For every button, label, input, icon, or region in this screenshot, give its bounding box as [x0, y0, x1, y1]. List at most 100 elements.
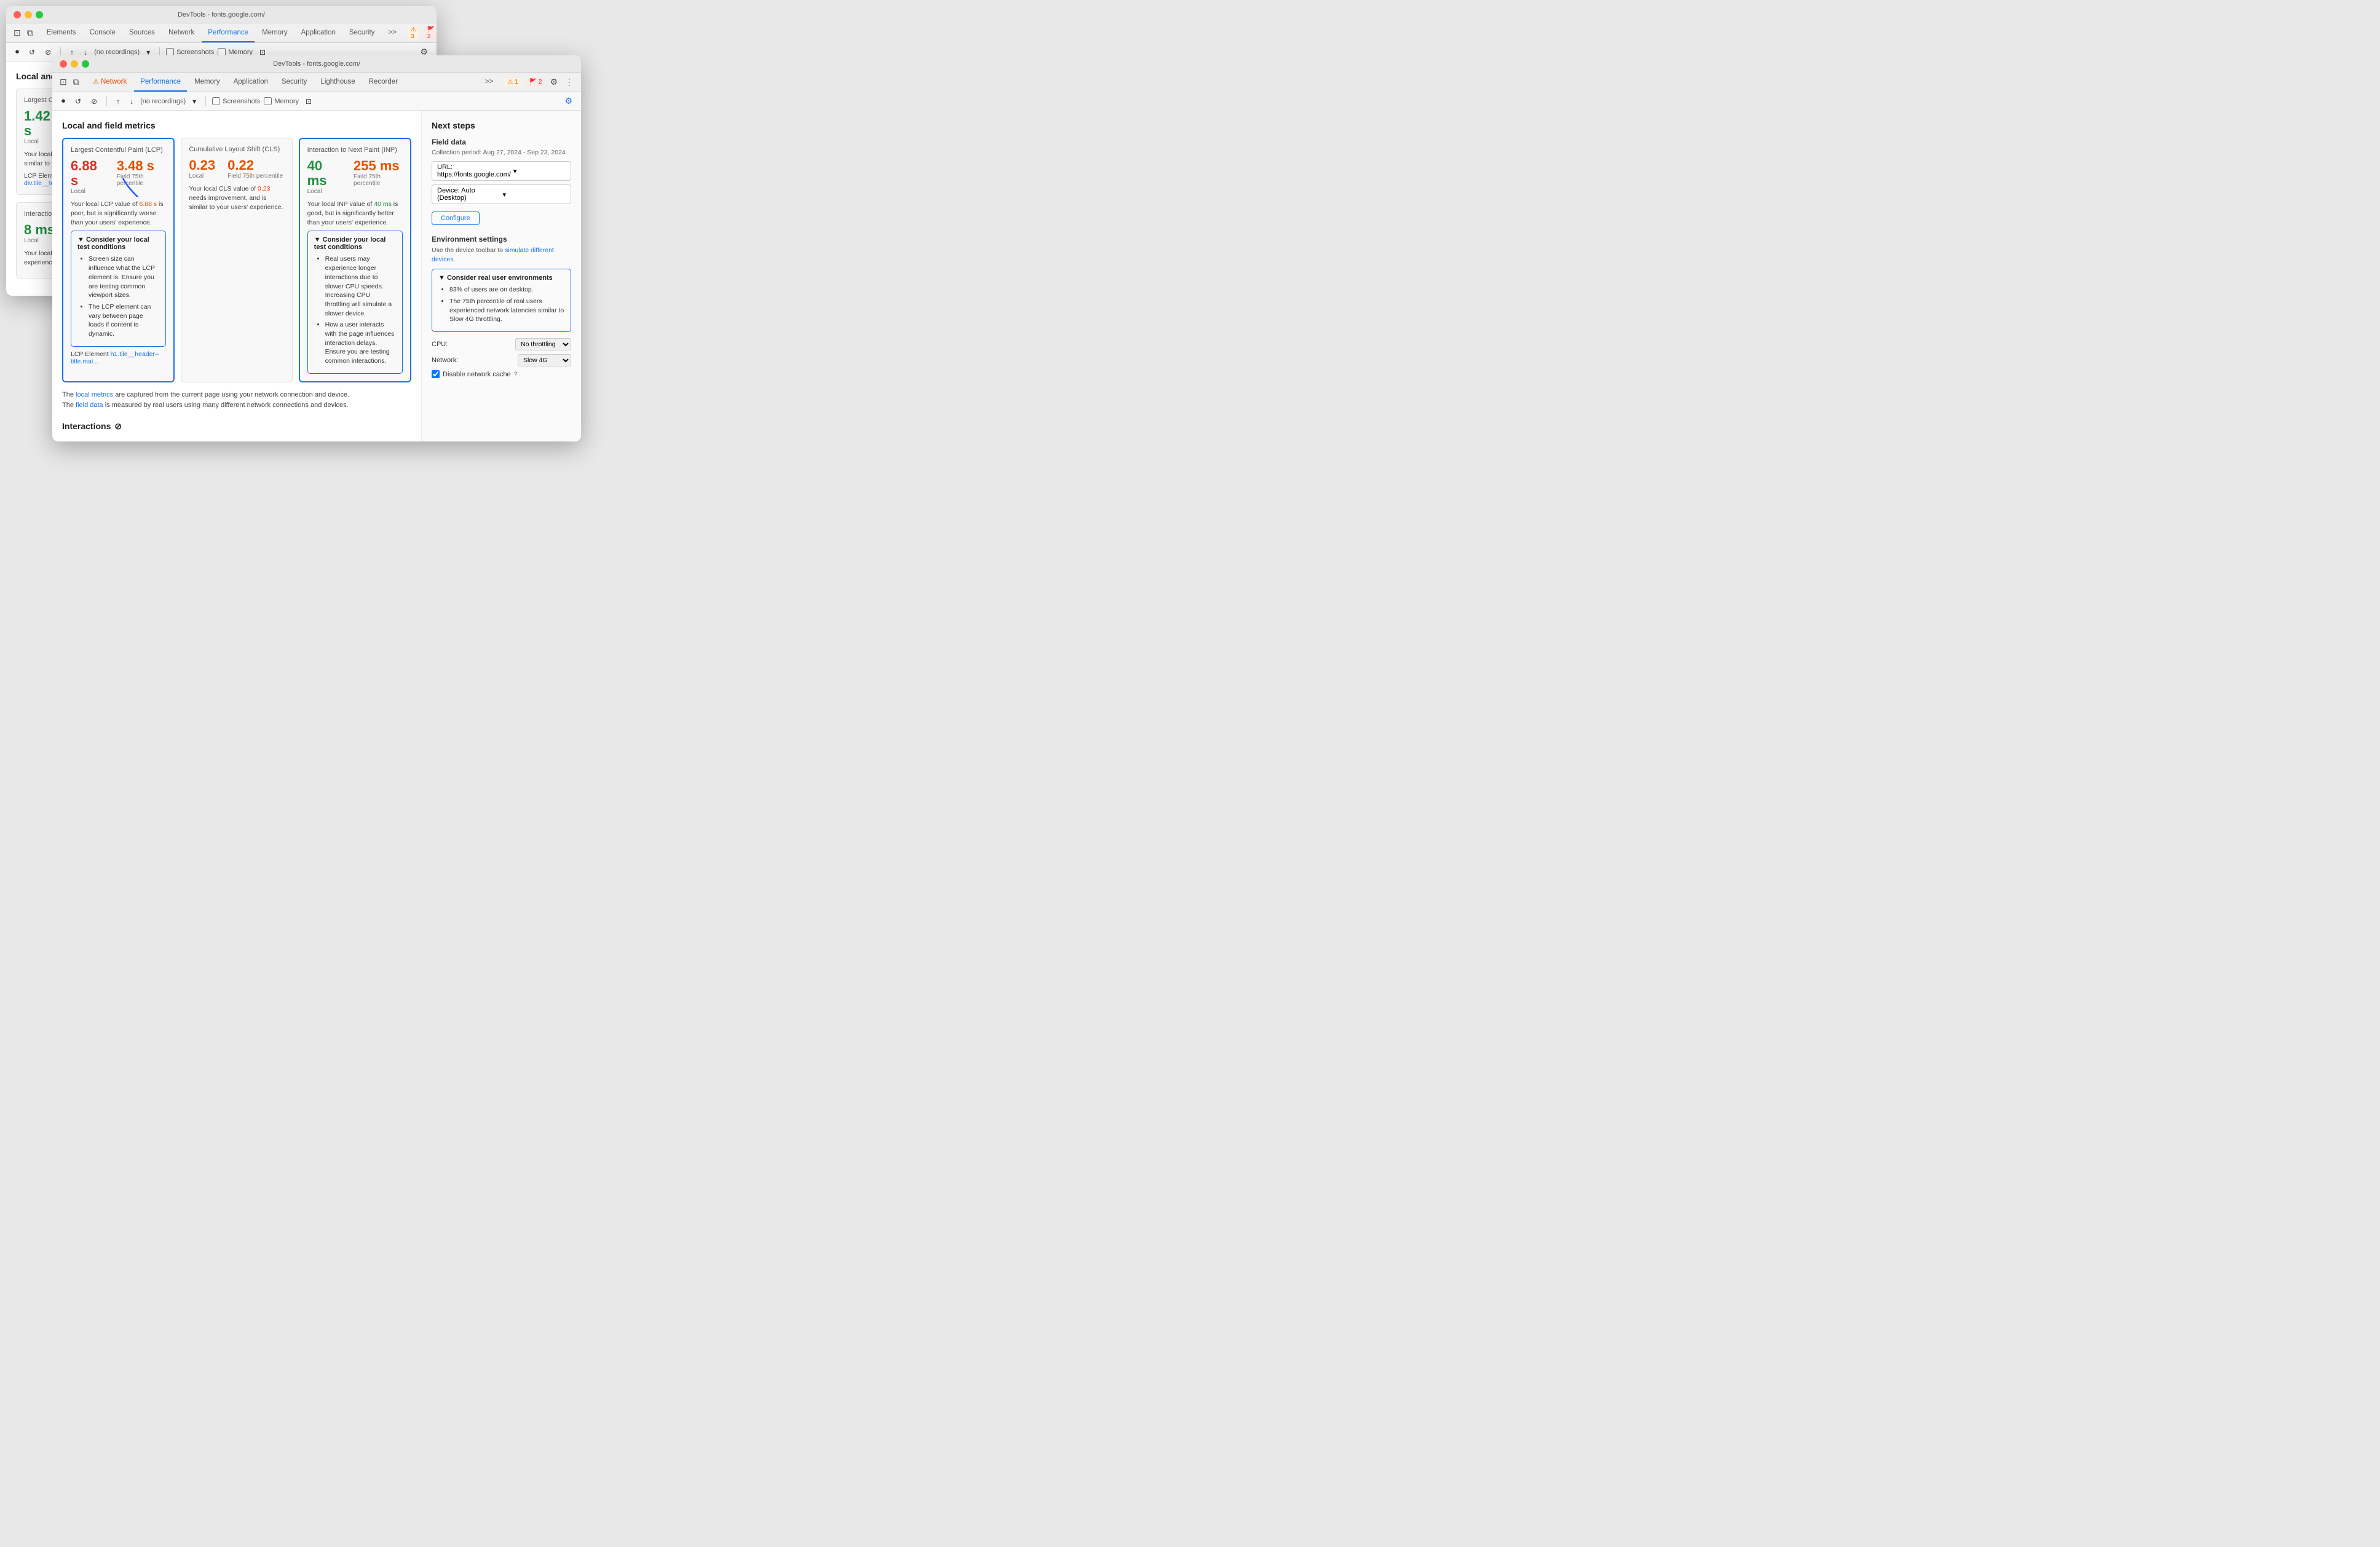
- minimize-button[interactable]: [25, 11, 32, 18]
- front-footer-line2: The field data is measured by real users…: [62, 400, 411, 411]
- tab-elements[interactable]: Elements: [41, 23, 82, 42]
- front-settings-perf-icon[interactable]: ⚙: [562, 95, 575, 108]
- front-screenshots-input[interactable]: [212, 97, 220, 105]
- front-cls-card: Cumulative Layout Shift (CLS) 0.23 Local…: [181, 138, 292, 382]
- record-button[interactable]: ⏺: [12, 46, 22, 58]
- front-lcp-field: 3.48 s Field 75th percentile: [117, 159, 167, 195]
- front-inspect-icon[interactable]: ⊡: [57, 76, 69, 89]
- front-device-select[interactable]: Device: Auto (Desktop) ▾: [432, 184, 571, 204]
- front-cpu-label: CPU:: [432, 341, 448, 348]
- front-cache-input[interactable]: [432, 370, 440, 378]
- front-cls-field: 0.22 Field 75th percentile: [227, 158, 283, 180]
- front-no-recordings-label: (no recordings): [140, 98, 186, 105]
- front-lcp-desc: Your local LCP value of 6.88 s is poor, …: [71, 200, 166, 227]
- close-button[interactable]: [14, 11, 21, 18]
- front-lcp-element: LCP Element h1.tile__header--title.mai..…: [71, 350, 166, 365]
- front-traffic-lights: [60, 60, 89, 68]
- front-local-metrics-link[interactable]: local metrics: [76, 391, 113, 398]
- front-cpu-select[interactable]: No throttling 4x slowdown 6x slowdown: [515, 338, 571, 350]
- front-url-select[interactable]: URL: https://fonts.google.com/ ▾: [432, 161, 571, 181]
- front-lcp-tip-1: Screen size can influence what the LCP e…: [89, 255, 159, 299]
- front-title-bar: DevTools - fonts.google.com/: [52, 55, 581, 73]
- front-tab-lighthouse[interactable]: Lighthouse: [314, 73, 361, 92]
- front-warning-badge: ⚠ 1: [504, 78, 521, 86]
- front-screenshots-checkbox[interactable]: Screenshots: [212, 97, 260, 105]
- front-device-icon[interactable]: ⧉: [71, 76, 82, 89]
- front-metrics-row: Largest Contentful Paint (LCP) 6.88 s Lo…: [62, 138, 411, 382]
- back-title-bar: DevTools - fonts.google.com/: [6, 6, 437, 23]
- front-network-select[interactable]: Slow 4G Fast 4G No throttling: [518, 354, 571, 366]
- front-tab-security[interactable]: Security: [275, 73, 314, 92]
- front-cache-help-icon[interactable]: ?: [514, 371, 518, 378]
- front-interactions-label: Interactions: [62, 421, 111, 431]
- back-inp-local-value: 8 ms: [24, 223, 55, 237]
- front-configure-btn[interactable]: Configure: [432, 212, 480, 225]
- front-download-button[interactable]: ↓: [127, 95, 136, 108]
- no-recordings-label: (no recordings): [94, 49, 140, 56]
- front-lcp-title: Largest Contentful Paint (LCP): [71, 146, 166, 154]
- back-inp-local: 8 ms Local: [24, 223, 55, 244]
- front-tab-performance[interactable]: Performance: [134, 73, 187, 92]
- front-footer-line1: The local metrics are captured from the …: [62, 390, 411, 401]
- front-tab-network[interactable]: ⚠Network: [87, 73, 133, 92]
- front-inp-tips-title: ▼ Consider your local test conditions: [314, 236, 396, 251]
- front-env-tips-title: ▼ Consider real user environments: [438, 274, 564, 282]
- front-record-button[interactable]: ⏺: [58, 95, 68, 108]
- inspect-icon[interactable]: ⊡: [11, 26, 23, 39]
- front-memory-input[interactable]: [264, 97, 272, 105]
- tab-security[interactable]: Security: [343, 23, 381, 42]
- front-inp-tips: ▼ Consider your local test conditions Re…: [307, 231, 403, 373]
- front-minimize-button[interactable]: [71, 60, 78, 68]
- front-maximize-button[interactable]: [82, 60, 89, 68]
- front-simulate-link[interactable]: simulate different devices: [432, 247, 554, 263]
- front-tab-recorder[interactable]: Recorder: [363, 73, 404, 92]
- front-inp-desc: Your local INP value of 40 ms is good, b…: [307, 200, 403, 227]
- front-memory-icon-btn[interactable]: ⊡: [302, 95, 315, 108]
- back-window-title: DevTools - fonts.google.com/: [178, 11, 265, 18]
- front-window-title: DevTools - fonts.google.com/: [273, 60, 360, 68]
- tab-network[interactable]: Network: [162, 23, 200, 42]
- maximize-button[interactable]: [36, 11, 43, 18]
- tab-performance[interactable]: Performance: [202, 23, 255, 42]
- front-field-data-title: Field data: [432, 138, 571, 146]
- tab-more[interactable]: >>: [382, 26, 402, 40]
- front-close-button[interactable]: [60, 60, 67, 68]
- tab-application[interactable]: Application: [295, 23, 342, 42]
- device-icon[interactable]: ⧉: [25, 26, 36, 39]
- front-field-data-link[interactable]: field data: [76, 402, 103, 409]
- front-recording-dropdown[interactable]: ▾: [189, 95, 199, 108]
- tab-console[interactable]: Console: [84, 23, 122, 42]
- front-network-label: Network:: [432, 357, 458, 364]
- front-clear-button[interactable]: ⊘: [88, 95, 100, 108]
- tab-memory[interactable]: Memory: [256, 23, 294, 42]
- front-inp-field-value: 255 ms: [354, 159, 403, 173]
- front-env-tips: ▼ Consider real user environments 83% of…: [432, 269, 571, 332]
- front-lcp-tips-list: Screen size can influence what the LCP e…: [77, 255, 159, 338]
- front-cache-checkbox[interactable]: Disable network cache ?: [432, 370, 571, 378]
- front-tab-memory[interactable]: Memory: [188, 73, 226, 92]
- reload-button[interactable]: ↺: [26, 46, 38, 58]
- front-tab-application[interactable]: Application: [227, 73, 274, 92]
- front-memory-checkbox[interactable]: Memory: [264, 97, 299, 105]
- front-inp-local-label: Local: [307, 188, 341, 195]
- front-tab-more[interactable]: >>: [479, 76, 499, 89]
- front-lcp-local-value: 6.88 s: [71, 159, 105, 188]
- front-inp-values: 40 ms Local 255 ms Field 75th percentile: [307, 159, 403, 195]
- front-next-steps-title: Next steps: [432, 121, 571, 130]
- front-lcp-element-link[interactable]: h1.tile__header--title.mai...: [71, 350, 159, 365]
- front-cls-desc: Your local CLS value of 0.23 needs impro…: [189, 184, 284, 212]
- front-upload-button[interactable]: ↑: [113, 95, 123, 108]
- front-error-badge: 🚩 2: [526, 78, 545, 86]
- front-inp-field-label: Field 75th percentile: [354, 173, 403, 187]
- front-interactions-icon: ⊘: [114, 421, 122, 432]
- front-more-icon[interactable]: ⋮: [563, 76, 576, 89]
- front-inp-card: Interaction to Next Paint (INP) 40 ms Lo…: [299, 138, 411, 382]
- front-settings-icon[interactable]: ⚙: [547, 76, 560, 89]
- error-badge: 🚩 2: [424, 26, 437, 41]
- front-lcp-tips-title: ▼ Consider your local test conditions: [77, 236, 159, 251]
- front-lcp-tips: ▼ Consider your local test conditions Sc…: [71, 231, 166, 346]
- tab-sources[interactable]: Sources: [123, 23, 161, 42]
- front-device-value: Device: Auto (Desktop): [437, 187, 500, 202]
- front-reload-button[interactable]: ↺: [72, 95, 84, 108]
- front-cls-local-value: 0.23: [189, 158, 215, 173]
